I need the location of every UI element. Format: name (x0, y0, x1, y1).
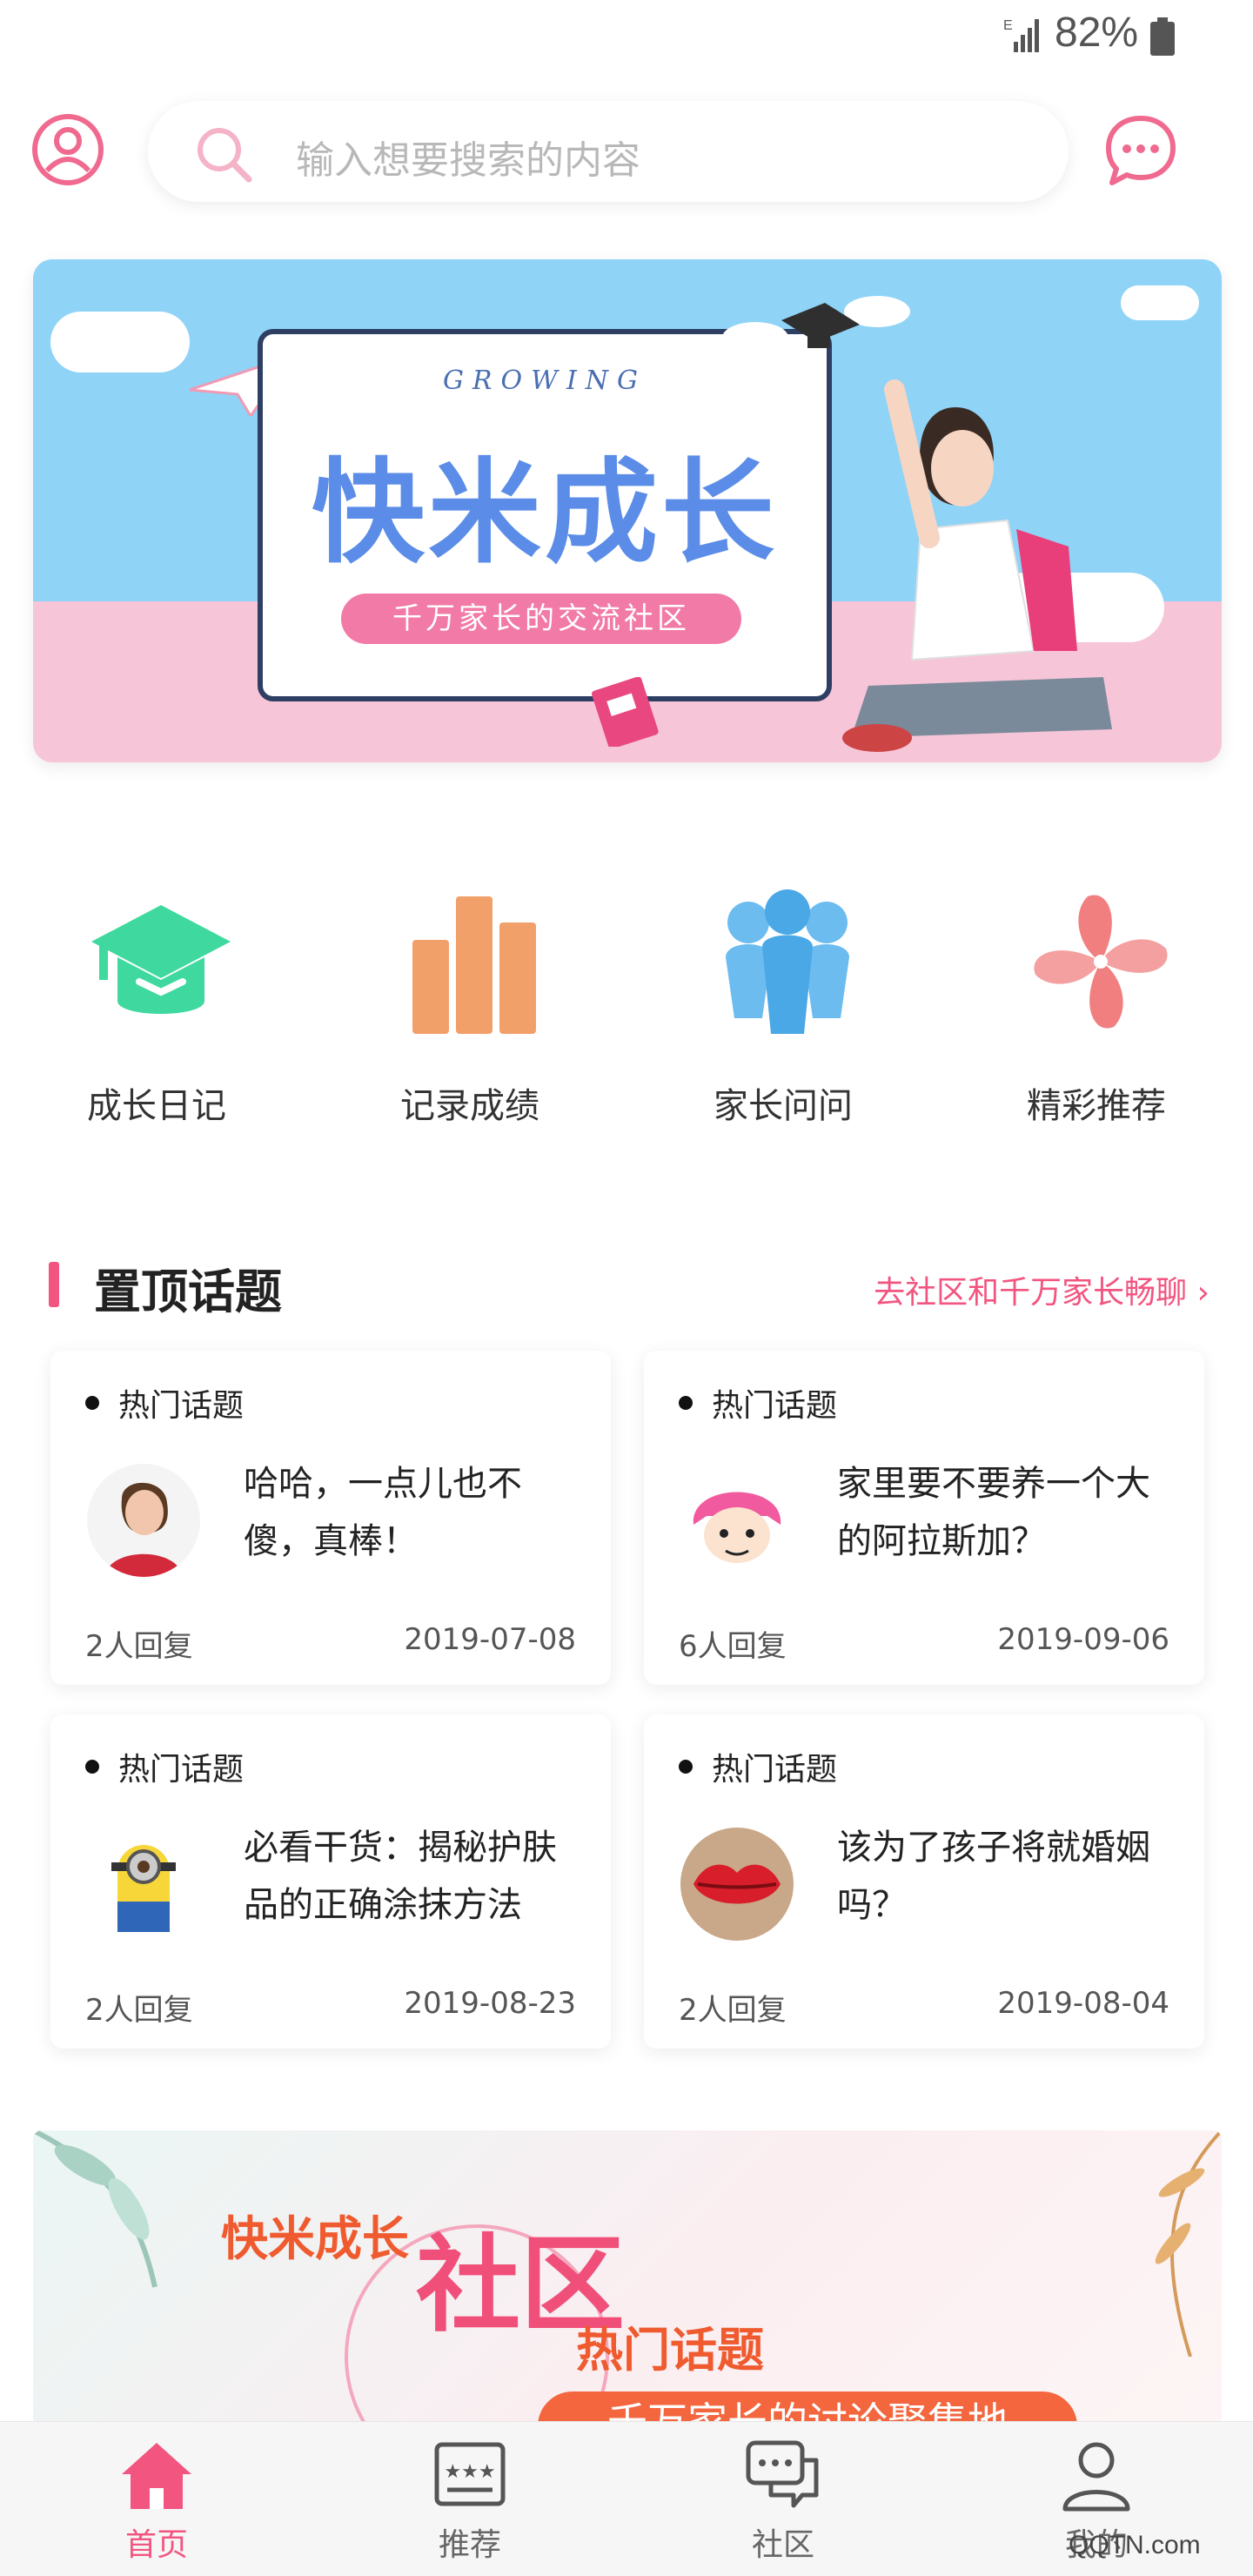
entry-label: 成长日记 (87, 1086, 226, 1126)
promo-brand: 快米成长 (221, 2211, 409, 2266)
community-promo-banner[interactable]: 快米成长 社区 热门话题 千万家长的讨论聚集地 (33, 2130, 1222, 2426)
svg-text:★★★: ★★★ (444, 2461, 495, 2483)
bullet-dot (85, 1760, 99, 1774)
bullet-dot (85, 1396, 99, 1410)
topic-thumbnail (680, 1464, 794, 1577)
reply-count: 2人回复 (85, 1993, 193, 2028)
topic-text: 哈哈，一点儿也不傻，真棒！ (244, 1464, 522, 1561)
community-link-label: 去社区和千万家长畅聊 (874, 1275, 1188, 1311)
graduation-cap-icon (91, 905, 231, 1014)
reply-count: 6人回复 (679, 1629, 787, 1664)
signal-icon: E (1003, 18, 1039, 52)
tab-home[interactable]: 首页 (0, 2422, 313, 2576)
graduation-cap-wings-icon (722, 296, 910, 353)
bullet-dot (679, 1760, 693, 1774)
topic-date: 2019-09-06 (997, 1622, 1169, 1657)
tab-label: 首页 (124, 2527, 188, 2563)
topic-text: 家里要不要养一个大的阿拉斯加？ (837, 1464, 1150, 1561)
tab-label: 推荐 (438, 2527, 501, 2563)
tab-label: 社区 (751, 2527, 814, 2563)
entry-featured[interactable]: 精彩推荐 (983, 879, 1209, 1140)
watermark: QQTN.com (1069, 2531, 1201, 2559)
branch-decoration (1155, 2130, 1222, 2357)
topic-card[interactable]: 热门话题 必看干货：揭秘护肤品的正确涂抹方法 2人回复 2019-08-23 (50, 1714, 611, 2049)
message-icon[interactable] (1103, 113, 1178, 188)
people-icon (726, 889, 849, 1034)
topic-card[interactable]: 热门话题 家里要不要养一个大的阿拉斯加？ 6人回复 2019-09-06 (644, 1351, 1204, 1685)
pinned-topics-header: 置顶话题 去社区和千万家长畅聊 › (0, 1244, 1253, 1323)
community-link[interactable]: 去社区和千万家长畅聊 › (874, 1267, 1209, 1312)
promo-headline: 热门话题 (576, 2323, 764, 2378)
search-placeholder: 输入想要搜索的内容 (296, 138, 640, 183)
pinwheel-icon (1034, 895, 1168, 1029)
topic-date: 2019-08-23 (404, 1986, 576, 2021)
battery-percent: 82% (1055, 10, 1139, 56)
entry-label: 家长问问 (714, 1086, 853, 1126)
entry-parents-ask[interactable]: 家长问问 (670, 879, 896, 1140)
community-chat-icon (746, 2440, 819, 2508)
topic-thumbnail (87, 1828, 200, 1941)
recommend-icon: ★★★ (434, 2442, 506, 2506)
section-title: 置顶话题 (94, 1265, 282, 1319)
topic-date: 2019-07-08 (404, 1622, 576, 1657)
bullet-dot (679, 1396, 693, 1410)
topic-text: 该为了孩子将就婚姻吗？ (837, 1828, 1150, 1925)
user-avatar-icon[interactable] (31, 113, 104, 186)
entry-label: 记录成绩 (400, 1086, 539, 1126)
tab-recommend[interactable]: ★★★ 推荐 (313, 2422, 626, 2576)
chevron-right-icon: › (1196, 1275, 1209, 1311)
topic-tag: 热门话题 (712, 1388, 838, 1424)
reply-count: 2人回复 (85, 1629, 193, 1664)
top-header: 输入想要搜索的内容 (0, 96, 1253, 209)
quick-entries: 成长日记 记录成绩 家长问问 精彩推荐 (0, 879, 1253, 1140)
home-icon (122, 2443, 191, 2509)
entry-record-scores[interactable]: 记录成绩 (357, 879, 583, 1140)
topic-card[interactable]: 热门话题 哈哈，一点儿也不傻，真棒！ 2人回复 2019-07-08 (50, 1351, 611, 1685)
reply-count: 2人回复 (679, 1993, 787, 2028)
bottom-tab-bar: 首页 ★★★ 推荐 社区 我的 (0, 2421, 1253, 2576)
battery-icon (1150, 17, 1175, 56)
section-accent-bar (49, 1262, 59, 1307)
entry-label: 精彩推荐 (1027, 1086, 1166, 1126)
topic-date: 2019-08-04 (997, 1986, 1169, 2021)
profile-icon (1062, 2442, 1130, 2512)
topic-thumbnail (680, 1828, 794, 1941)
topic-thumbnail (87, 1464, 200, 1577)
svg-text:E: E (1003, 18, 1013, 33)
banner-title: 快米成长 (311, 446, 778, 579)
topic-card[interactable]: 热门话题 该为了孩子将就婚姻吗？ 2人回复 2019-08-04 (644, 1714, 1204, 2049)
hero-banner[interactable]: GROWING 快米成长 千万家长的交流社区 (33, 259, 1222, 762)
bar-chart-icon (412, 896, 536, 1034)
status-bar: E 82% (0, 0, 1253, 73)
topic-tag: 热门话题 (118, 1388, 245, 1424)
banner-title-card: GROWING 快米成长 千万家长的交流社区 (258, 329, 832, 701)
topic-tag: 热门话题 (118, 1752, 245, 1788)
girl-illustration (842, 379, 1112, 752)
cloud-decoration (50, 312, 190, 372)
book-icon (592, 677, 659, 747)
entry-growth-diary[interactable]: 成长日记 (44, 879, 270, 1140)
cloud-decoration (1121, 285, 1199, 320)
tab-community[interactable]: 社区 (626, 2422, 940, 2576)
topic-tag: 热门话题 (712, 1752, 838, 1788)
topic-text: 必看干货：揭秘护肤品的正确涂抹方法 (244, 1828, 557, 1925)
search-bar[interactable]: 输入想要搜索的内容 (148, 101, 1069, 202)
banner-tagline: 千万家长的交流社区 (341, 594, 741, 644)
search-icon (198, 128, 252, 183)
